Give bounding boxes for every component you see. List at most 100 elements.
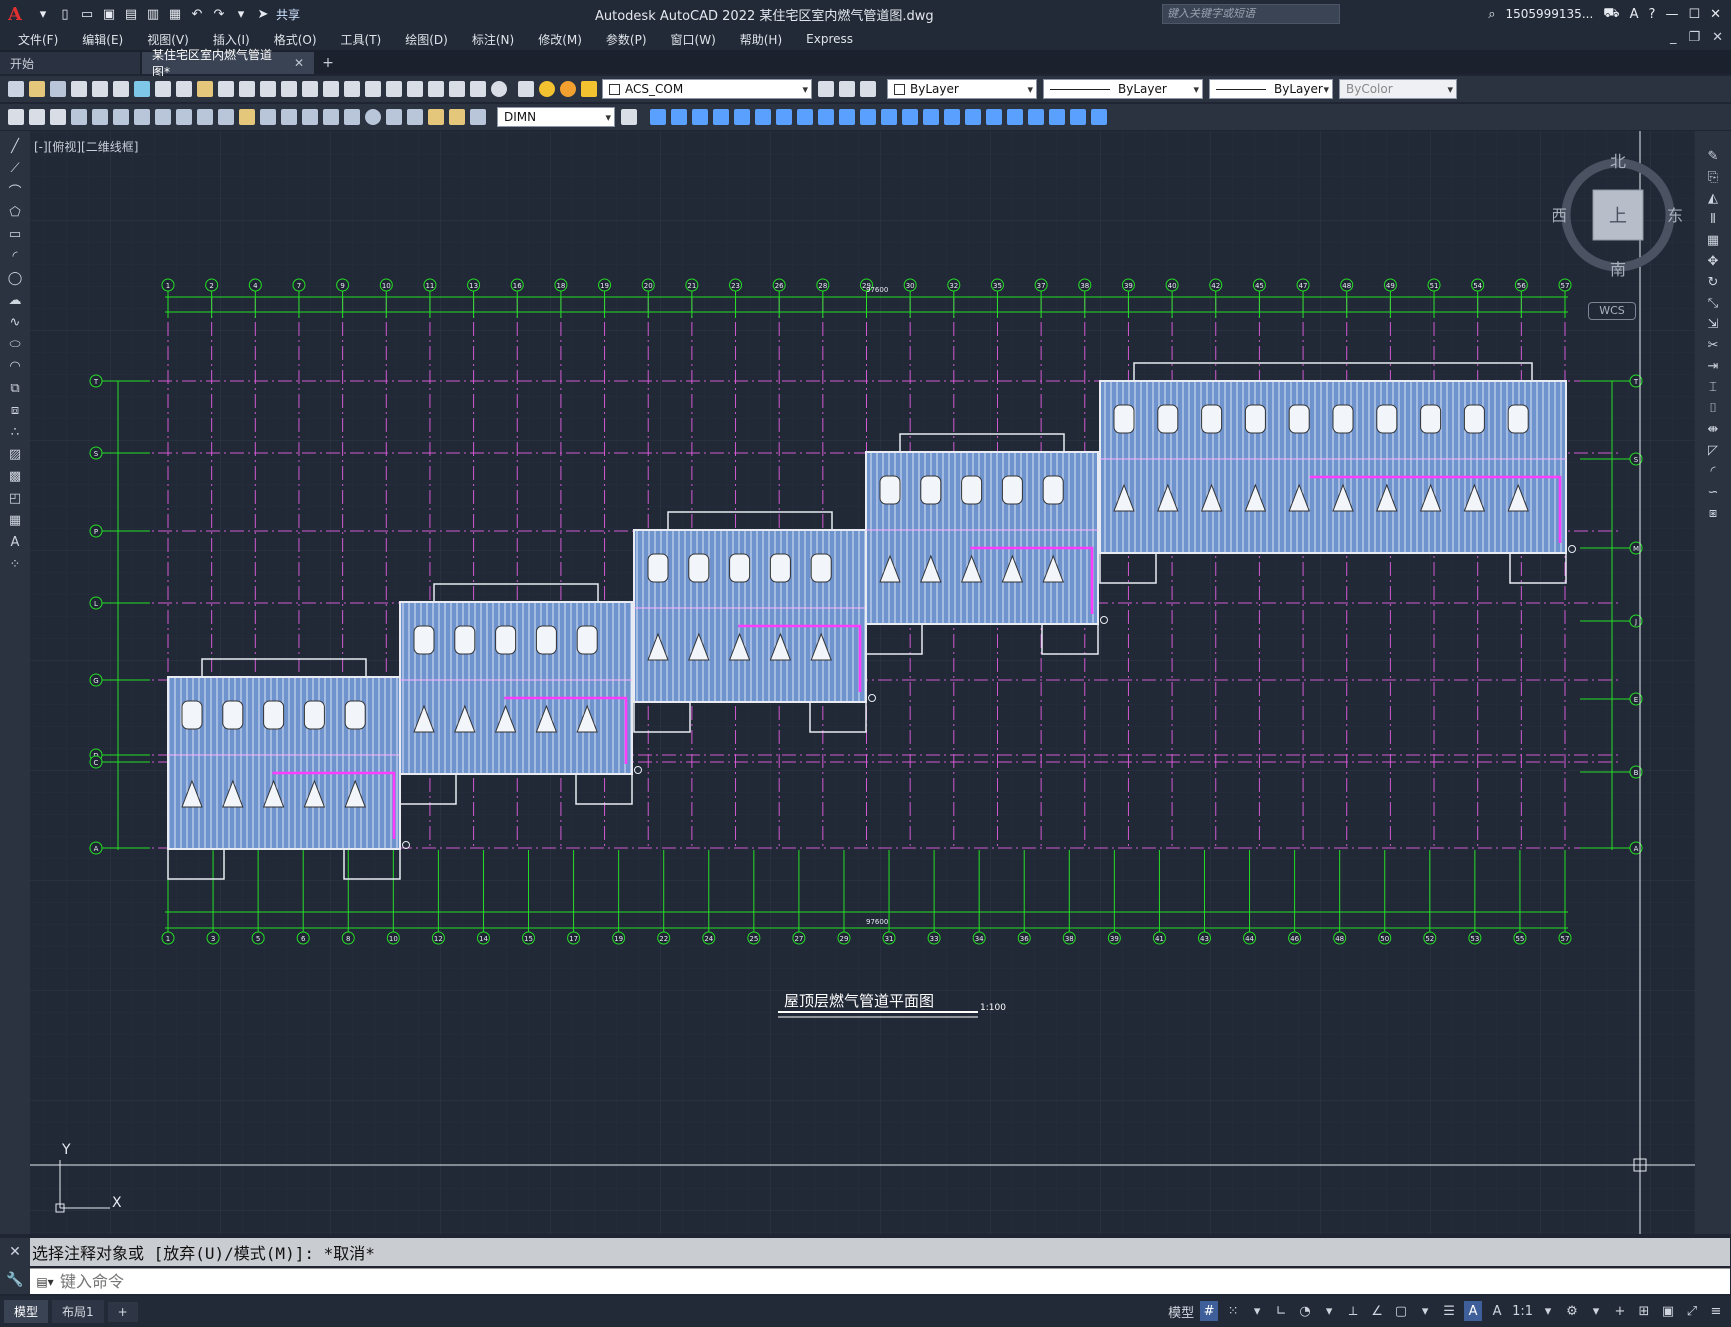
design-center-icon[interactable] [407,81,423,97]
construction-line-icon[interactable]: ⟋ [7,159,23,177]
workspace-menu-icon[interactable]: ▾ [1587,1301,1605,1321]
new-icon[interactable] [8,81,24,97]
doc-close-icon[interactable]: ✕ [1712,30,1723,45]
angular-dim-icon[interactable] [218,109,234,125]
polygon-icon[interactable]: ⬠ [7,203,23,221]
move-tool-icon[interactable]: ✥ [1705,252,1721,270]
auto-scale-icon[interactable]: A [1488,1301,1506,1321]
rotate-icon[interactable] [776,109,792,125]
workspace-gear-icon[interactable]: ⚙ [1563,1301,1581,1321]
dim-style-manager-icon[interactable] [621,109,637,125]
doc-minimize-icon[interactable]: _ [1670,30,1677,45]
block-editor-icon[interactable] [239,81,255,97]
jogged-linear-icon[interactable] [407,109,423,125]
line-icon[interactable]: ╱ [7,137,23,155]
customize-icon[interactable]: ▾ [232,5,250,23]
rotate-tool-icon[interactable]: ↻ [1705,273,1721,291]
menu-dimension[interactable]: 标注(N) [472,31,514,48]
menu-help[interactable]: 帮助(H) [740,31,782,48]
save-icon-2[interactable] [50,81,66,97]
zoom-realtime-icon[interactable] [323,81,339,97]
stretch-icon[interactable] [818,109,834,125]
layer-properties-icon[interactable] [518,81,534,97]
ortho-icon[interactable]: ∟ [1272,1301,1290,1321]
break-tool-icon[interactable]: ⌷ [1705,399,1721,417]
layer-lock-icon[interactable] [581,81,597,97]
quick-properties-icon[interactable]: ▣ [1659,1301,1677,1321]
chamfer-icon[interactable] [923,109,939,125]
group-icon[interactable] [986,109,1002,125]
annotation-monitor-icon[interactable]: + [1611,1301,1629,1321]
plotstyle-select[interactable]: ByColor [1339,79,1457,99]
grid-icon[interactable]: # [1200,1301,1219,1321]
annotation-scale[interactable]: 1:1 [1512,1301,1533,1321]
break-icon[interactable] [881,109,897,125]
save-icon[interactable]: ▣ [100,5,118,23]
dim-space-icon[interactable] [302,109,318,125]
publish-icon[interactable]: ▥ [144,5,162,23]
viewcube-compass[interactable]: 上 北 南 西 东 [1553,150,1683,280]
help-search-input[interactable]: 键入关键字或短语 [1162,4,1340,24]
spline-icon[interactable]: ∿ [7,313,23,331]
customize-command-icon[interactable]: 🔧 [6,1272,23,1288]
isolate-icon[interactable] [1049,109,1065,125]
annotation-visibility-icon[interactable]: A [1464,1301,1483,1321]
wcs-menu-button[interactable]: WCS [1588,302,1636,320]
tab-drawing[interactable]: 某住宅区室内燃气管道图* ✕ [142,48,314,79]
edit-polyline-icon[interactable] [1070,109,1086,125]
compass-south-label[interactable]: 南 [1610,260,1626,279]
lineweight-icon[interactable]: ☰ [1440,1301,1458,1321]
new-file-icon[interactable]: ▯ [56,5,74,23]
linear-dim-icon[interactable] [71,109,87,125]
chamfer-tool-icon[interactable]: ◸ [1705,441,1721,459]
copy-object-icon[interactable] [671,109,687,125]
edit-spline-icon[interactable] [1091,109,1107,125]
copy-icon[interactable] [176,81,192,97]
continue-dim-icon[interactable] [281,109,297,125]
scale-icon[interactable] [797,109,813,125]
recent-commands-icon[interactable]: ▤▾ [30,1275,60,1289]
properties-icon[interactable] [386,81,402,97]
layer-select[interactable]: ACS_COM [602,79,812,99]
search-icon[interactable]: ⌕ [1488,7,1495,22]
insert-block-icon[interactable]: ⧉ [7,379,23,397]
menu-format[interactable]: 格式(O) [274,31,317,48]
tool-palettes-icon[interactable] [428,81,444,97]
explode-tool-icon[interactable]: ⧆ [1705,504,1721,522]
autodesk-app-icon[interactable]: A [1630,7,1639,22]
polar-menu-icon[interactable]: ▾ [1320,1301,1338,1321]
open-file-icon[interactable]: ▭ [78,5,96,23]
snap-icon[interactable]: ⁙ [1224,1301,1242,1321]
tab-start[interactable]: 开始 [0,52,140,74]
erase-tool-icon[interactable]: ✎ [1705,147,1721,165]
array-tool-icon[interactable]: ▦ [1705,231,1721,249]
cad-drawing-canvas[interactable]: 1 2 4 7 9 10 11 13 16 18 19 20 21 23 26 28 29 30 32 35 37 38 3… [30,131,1695,1234]
revision-cloud-icon[interactable]: ☁ [7,291,23,309]
copy-tool-icon[interactable]: ⎘ [1705,168,1721,186]
model-space-toggle[interactable]: 模型 [1168,1301,1194,1321]
scale-menu-icon[interactable]: ▾ [1539,1301,1557,1321]
dim-text-edit-icon[interactable] [449,109,465,125]
layer-on-icon[interactable] [539,81,555,97]
color-select[interactable]: ByLayer [887,79,1037,99]
layer-previous-icon[interactable] [839,81,855,97]
units-icon[interactable]: ⊞ [1635,1301,1653,1321]
menu-parameter[interactable]: 参数(P) [606,31,647,48]
match-properties-icon[interactable] [218,81,234,97]
array-icon[interactable] [734,109,750,125]
ungroup-icon[interactable] [1028,109,1044,125]
hatch-icon[interactable]: ▨ [7,445,23,463]
arc-icon[interactable]: ◜ [7,247,23,265]
explode-icon[interactable] [965,109,981,125]
paste-icon[interactable] [197,81,213,97]
menu-tools[interactable]: 工具(T) [341,31,382,48]
isodraft-icon[interactable]: ⟂ [1344,1301,1362,1321]
redo-icon-2[interactable] [281,81,297,97]
quick-dim-icon[interactable] [239,109,255,125]
plot-icon[interactable]: ▦ [166,5,184,23]
osnap-menu-icon[interactable]: ▾ [1416,1301,1434,1321]
jogged-dim-icon[interactable] [176,109,192,125]
dropdown-icon[interactable]: ▾ [34,5,52,23]
zoom-window-icon[interactable] [344,81,360,97]
table-draw-icon[interactable]: ▦ [7,511,23,529]
